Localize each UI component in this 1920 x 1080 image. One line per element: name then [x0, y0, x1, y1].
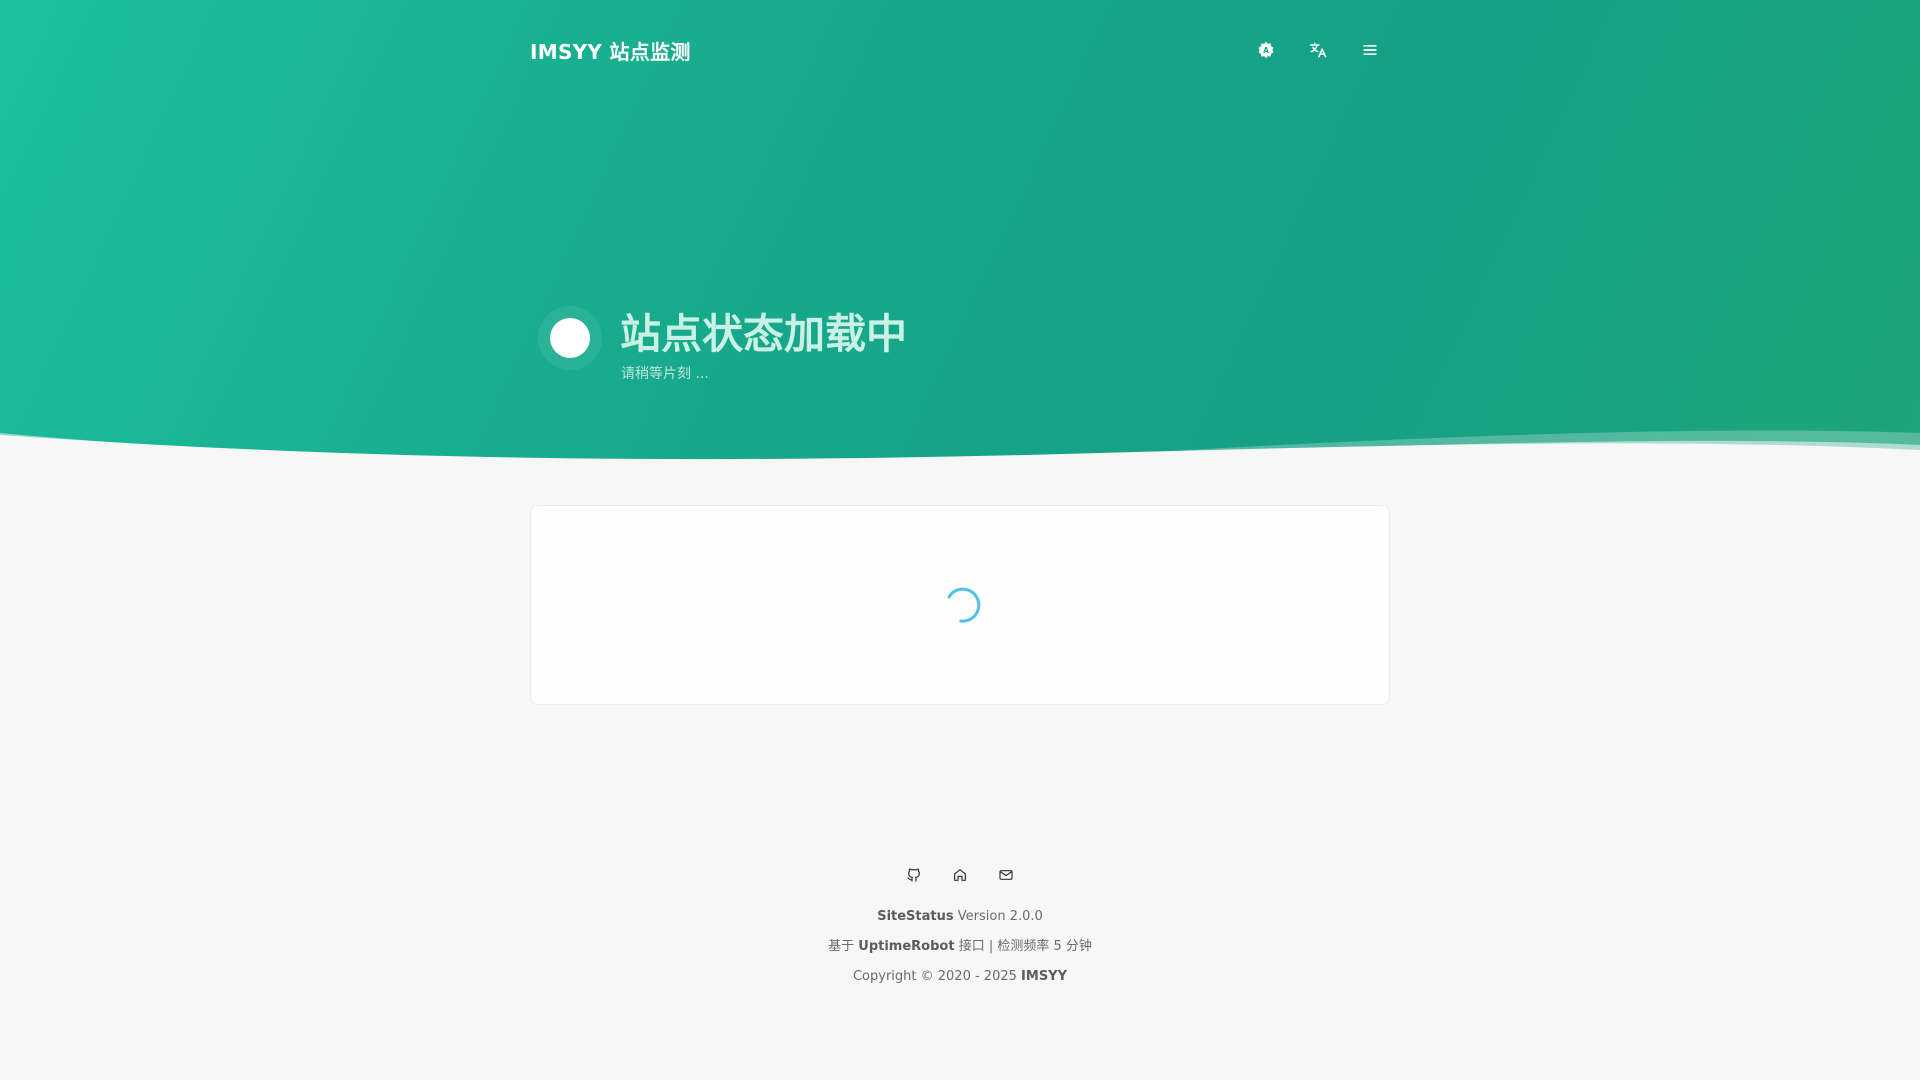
hero-wave [0, 430, 1920, 495]
copyright-owner[interactable]: IMSYY [1021, 969, 1067, 984]
home-icon [954, 869, 966, 881]
page: IMSYY 站点监测 A 站点状态加载中 请稍等片刻 ... SiteStatu… [0, 0, 1920, 1080]
menu-icon [1363, 45, 1377, 56]
api-suffix: 接口 | 检测频率 5 分钟 [958, 939, 1092, 954]
site-list-card [530, 505, 1390, 705]
theme-toggle-button[interactable]: A [1246, 30, 1286, 70]
home-link[interactable] [945, 860, 975, 890]
copyright-text: Copyright © 2020 - 2025 [852, 969, 1017, 984]
version-text: Version 2.0.0 [957, 909, 1043, 924]
github-icon [907, 868, 920, 882]
status-subtitle: 请稍等片刻 ... [621, 366, 709, 382]
footer: SiteStatus Version 2.0.0 基于 UptimeRobot … [0, 860, 1920, 992]
footer-api-info: 基于 UptimeRobot 接口 | 检测频率 5 分钟 [0, 932, 1920, 962]
top-navigation: IMSYY 站点监测 A [530, 30, 1390, 70]
translate-icon [1309, 42, 1327, 58]
github-link[interactable] [899, 860, 929, 890]
site-title[interactable]: IMSYY 站点监测 [530, 36, 691, 65]
api-name[interactable]: UptimeRobot [858, 939, 954, 954]
loading-spinner-icon [947, 587, 981, 623]
status-dot [550, 318, 590, 358]
footer-links [0, 860, 1920, 890]
status-indicator [538, 306, 602, 370]
api-prefix: 基于 [828, 939, 855, 954]
mail-icon [999, 870, 1013, 880]
menu-button[interactable] [1350, 30, 1390, 70]
footer-version: SiteStatus Version 2.0.0 [0, 902, 1920, 932]
footer-copyright: Copyright © 2020 - 2025 IMSYY [0, 962, 1920, 992]
theme-icon: A [1258, 41, 1274, 59]
nav-actions: A [1234, 30, 1390, 70]
app-name[interactable]: SiteStatus [877, 909, 953, 924]
svg-text:A: A [1263, 46, 1269, 55]
mail-link[interactable] [991, 860, 1021, 890]
language-button[interactable] [1298, 30, 1338, 70]
status-title: 站点状态加载中 [620, 310, 907, 358]
status-header: 站点状态加载中 请稍等片刻 ... [530, 300, 1230, 390]
